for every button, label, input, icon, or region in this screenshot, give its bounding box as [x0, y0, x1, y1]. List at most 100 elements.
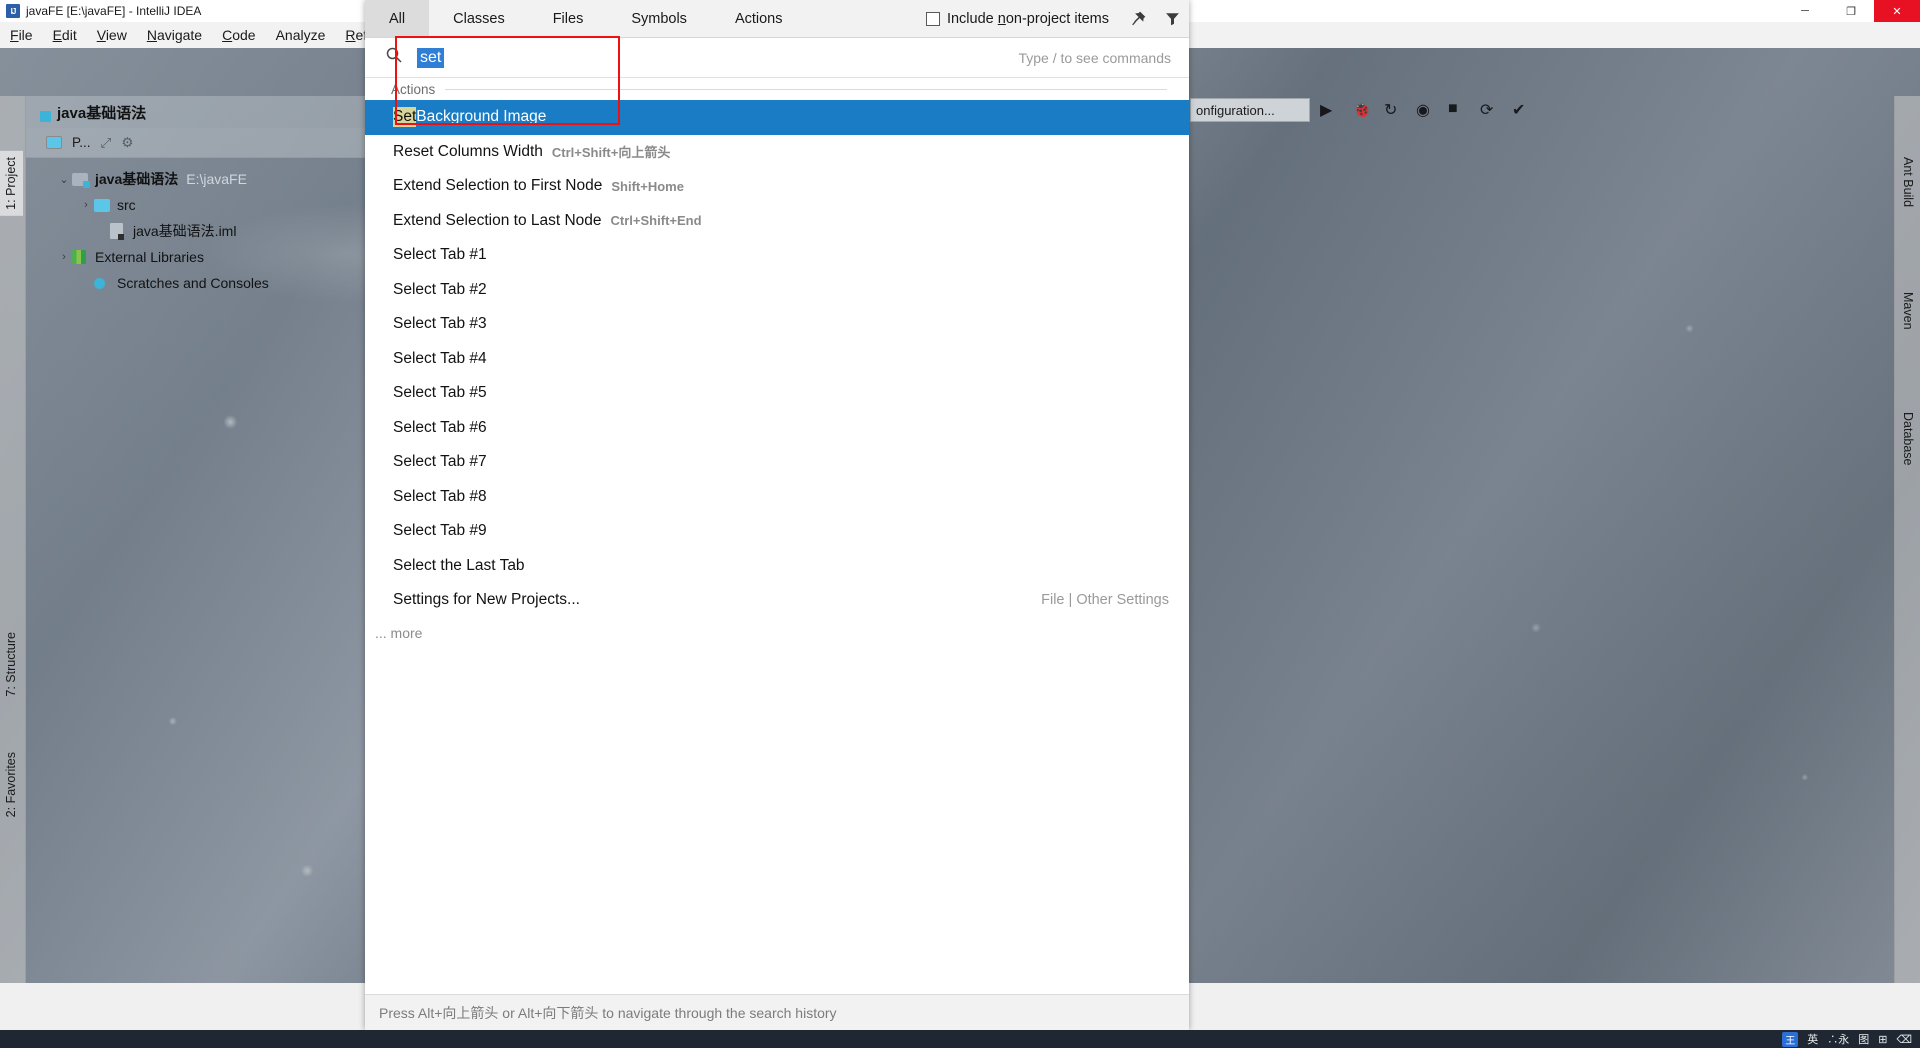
tool-tab-label: Maven: [1901, 292, 1915, 330]
run-configuration-selector[interactable]: onfiguration...: [1190, 98, 1310, 122]
tray-language-icon[interactable]: 英: [1807, 1031, 1818, 1047]
tool-tab-label: Database: [1901, 412, 1915, 466]
results-group-header: Actions: [365, 78, 1189, 100]
run-icon[interactable]: ▶: [1320, 100, 1340, 120]
list-item[interactable]: Select Tab #5: [365, 376, 1189, 411]
menu-analyze[interactable]: Analyze: [266, 25, 336, 45]
window-title: javaFE [E:\javaFE] - IntelliJ IDEA: [26, 4, 202, 18]
sidebar-item-favorites[interactable]: 2: Favorites: [0, 746, 23, 823]
project-tree: ⌄ java基础语法 E:\javaFE › src java基础语法.iml …: [26, 160, 368, 296]
iml-file-icon: [110, 223, 128, 240]
tray-grid-icon[interactable]: ⊞: [1878, 1033, 1887, 1046]
list-item-label: Extend Selection to First Node: [393, 177, 603, 195]
tab-files[interactable]: Files: [529, 0, 608, 37]
debug-icon[interactable]: 🐞: [1352, 100, 1372, 120]
tree-row[interactable]: › External Libraries: [26, 244, 368, 270]
tree-row[interactable]: ⌄ java基础语法 E:\javaFE: [26, 166, 368, 192]
project-view-selector[interactable]: P...: [72, 135, 91, 150]
tab-all[interactable]: All: [365, 0, 430, 37]
maximize-button[interactable]: ❐: [1828, 0, 1874, 22]
list-item-label: Select Tab #5: [393, 384, 487, 402]
tree-row[interactable]: java基础语法.iml: [26, 218, 368, 244]
sidebar-item-database[interactable]: Database: [1897, 406, 1919, 472]
search-everywhere-search-row: set Type / to see commands: [365, 38, 1189, 78]
search-input[interactable]: set: [417, 47, 445, 68]
settings-gear-icon[interactable]: ⚙: [121, 135, 133, 151]
tool-tab-label: 2: Favorites: [4, 752, 18, 818]
filter-icon[interactable]: [1155, 10, 1189, 27]
tool-tab-label: 7: Structure: [4, 632, 18, 697]
menu-edit[interactable]: Edit: [43, 25, 87, 45]
list-item-label: Select Tab #4: [393, 349, 487, 367]
tab-actions[interactable]: Actions: [711, 0, 807, 37]
sidebar-item-structure[interactable]: 7: Structure: [0, 626, 23, 703]
list-item[interactable]: Set Background Image: [365, 100, 1189, 135]
tray-backspace-icon[interactable]: ⌫: [1896, 1033, 1912, 1046]
list-item[interactable]: Extend Selection to First Node Shift+Hom…: [365, 169, 1189, 204]
coverage-icon[interactable]: ↻: [1384, 100, 1404, 120]
list-item[interactable]: Select Tab #3: [365, 307, 1189, 342]
menu-code[interactable]: Code: [212, 25, 265, 45]
close-button[interactable]: ✕: [1874, 0, 1920, 22]
list-item[interactable]: Select Tab #7: [365, 445, 1189, 480]
list-item-shortcut: Ctrl+Shift+End: [610, 213, 702, 229]
tree-item-label: java基础语法: [95, 171, 179, 187]
chevron-right-icon[interactable]: ›: [56, 251, 72, 263]
stop-icon[interactable]: ■: [1448, 100, 1468, 120]
collapse-all-icon[interactable]: ⤢: [101, 135, 112, 151]
project-title: java基础语法: [26, 96, 368, 128]
tray-input-icon[interactable]: ∴永: [1827, 1031, 1849, 1047]
list-item-location: File | Other Settings: [1041, 592, 1169, 609]
left-tool-strip: 1: Project 7: Structure 2: Favorites: [0, 96, 26, 983]
sidebar-item-ant-build[interactable]: Ant Build: [1897, 151, 1919, 213]
list-item[interactable]: Select Tab #2: [365, 273, 1189, 308]
project-tool-window: java基础语法 P... ⤢ ⚙ ⌄ java基础语法 E:\javaFE ›: [26, 96, 368, 983]
more-results-link[interactable]: ... more: [365, 618, 1189, 648]
search-icon: [385, 46, 403, 69]
tab-symbols[interactable]: Symbols: [607, 0, 711, 37]
window-controls: ─ ❐ ✕: [1782, 0, 1920, 22]
chevron-right-icon[interactable]: ›: [78, 199, 94, 211]
tree-item-label: src: [117, 197, 136, 213]
menu-view[interactable]: View: [87, 25, 137, 45]
list-item[interactable]: Select Tab #9: [365, 514, 1189, 549]
pin-icon[interactable]: [1121, 10, 1155, 27]
list-item-label: Background Image: [416, 108, 547, 126]
list-item[interactable]: Select Tab #1: [365, 238, 1189, 273]
checkbox-box[interactable]: [925, 11, 940, 26]
tree-row[interactable]: Scratches and Consoles: [26, 270, 368, 296]
menu-file[interactable]: File: [0, 25, 43, 45]
tray-ime-icon[interactable]: 王: [1782, 1031, 1799, 1047]
tree-item-label: External Libraries: [95, 249, 204, 265]
list-item[interactable]: Select the Last Tab: [365, 549, 1189, 584]
list-item-label: Select Tab #2: [393, 280, 487, 298]
sidebar-item-project[interactable]: 1: Project: [0, 151, 23, 216]
update-project-icon[interactable]: ⟳: [1480, 100, 1500, 120]
list-item[interactable]: Select Tab #8: [365, 480, 1189, 515]
profile-icon[interactable]: ◉: [1416, 100, 1436, 120]
source-folder-icon: [94, 198, 112, 212]
search-results-list: Set Background Image Reset Columns Width…: [365, 100, 1189, 994]
list-item[interactable]: Reset Columns Width Ctrl+Shift+向上箭头: [365, 135, 1189, 170]
tray-picture-icon[interactable]: 图: [1858, 1031, 1869, 1047]
tool-tab-label: 1: Project: [4, 157, 18, 210]
list-item[interactable]: Select Tab #4: [365, 342, 1189, 377]
menu-navigate[interactable]: Navigate: [137, 25, 212, 45]
minimize-button[interactable]: ─: [1782, 0, 1828, 22]
right-tool-strip: Ant Build Maven Database: [1894, 96, 1920, 983]
commit-icon[interactable]: ✔: [1512, 100, 1532, 120]
tree-item-label: java基础语法.iml: [133, 223, 237, 239]
tree-item-path: E:\javaFE: [186, 171, 247, 187]
tree-row[interactable]: › src: [26, 192, 368, 218]
sidebar-item-maven[interactable]: Maven: [1897, 286, 1919, 336]
tab-classes[interactable]: Classes: [429, 0, 529, 37]
list-item[interactable]: Extend Selection to Last Node Ctrl+Shift…: [365, 204, 1189, 239]
intellij-idea-icon: IJ: [6, 4, 20, 18]
list-item-label: Select Tab #1: [393, 246, 487, 264]
list-item[interactable]: Select Tab #6: [365, 411, 1189, 446]
chevron-down-icon[interactable]: ⌄: [56, 173, 72, 186]
list-item-label: Extend Selection to Last Node: [393, 211, 602, 229]
include-non-project-checkbox[interactable]: Include non-project items: [914, 11, 1121, 27]
list-item[interactable]: Settings for New Projects... File | Othe…: [365, 583, 1189, 618]
list-item-label: Select Tab #3: [393, 315, 487, 333]
